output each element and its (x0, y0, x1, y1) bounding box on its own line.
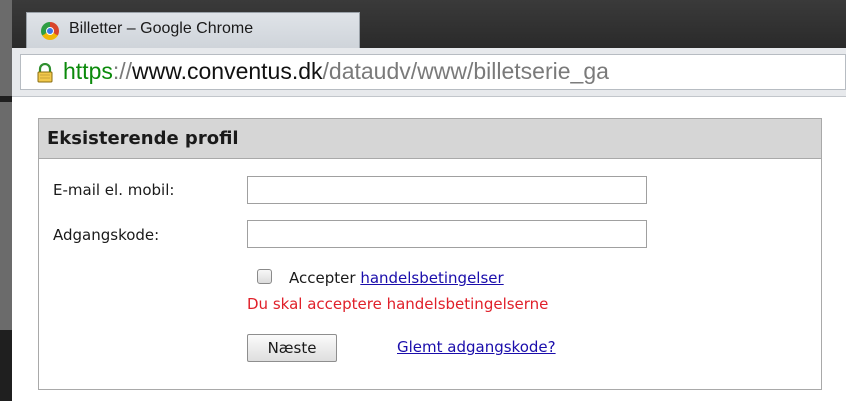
url-field[interactable]: https://www.conventus.dk/dataudv/www/bil… (20, 54, 846, 90)
email-field[interactable] (247, 176, 647, 204)
terms-link[interactable]: handelsbetingelser (360, 269, 503, 287)
edge-segment (0, 96, 12, 102)
chrome-icon (41, 22, 59, 40)
url-scheme: https (63, 58, 113, 84)
lock-icon (37, 63, 53, 83)
forgot-password-link[interactable]: Glemt adgangskode? (397, 338, 556, 356)
accept-terms-label: Accepter handelsbetingelser (289, 269, 504, 287)
panel-title: Eksisterende profil (47, 128, 239, 149)
password-field[interactable] (247, 220, 647, 248)
url-path: /dataudv/www/billetserie_ga (322, 58, 609, 84)
accept-label-text: Accepter (289, 269, 356, 287)
left-window-edge (0, 0, 12, 401)
login-panel: Eksisterende profil E-mail el. mobil: Ad… (38, 118, 822, 390)
title-bar: Billetter – Google Chrome (12, 0, 846, 48)
url-separator: :// (112, 58, 133, 84)
window-title: Billetter – Google Chrome (69, 20, 254, 37)
email-label: E-mail el. mobil: (53, 181, 175, 199)
panel-header: Eksisterende profil (39, 119, 821, 159)
error-message: Du skal acceptere handelsbetingelserne (247, 295, 549, 313)
next-button[interactable]: Næste (247, 334, 337, 362)
browser-tab[interactable]: Billetter – Google Chrome (26, 12, 360, 48)
url-text: https://www.conventus.dk/dataudv/www/bil… (63, 58, 609, 85)
accept-terms-checkbox[interactable] (257, 269, 272, 284)
edge-segment (0, 330, 12, 401)
url-host: www.conventus.dk (132, 58, 323, 84)
password-label: Adgangskode: (53, 226, 160, 244)
page-content: Eksisterende profil E-mail el. mobil: Ad… (12, 97, 846, 401)
address-bar: https://www.conventus.dk/dataudv/www/bil… (12, 48, 846, 97)
